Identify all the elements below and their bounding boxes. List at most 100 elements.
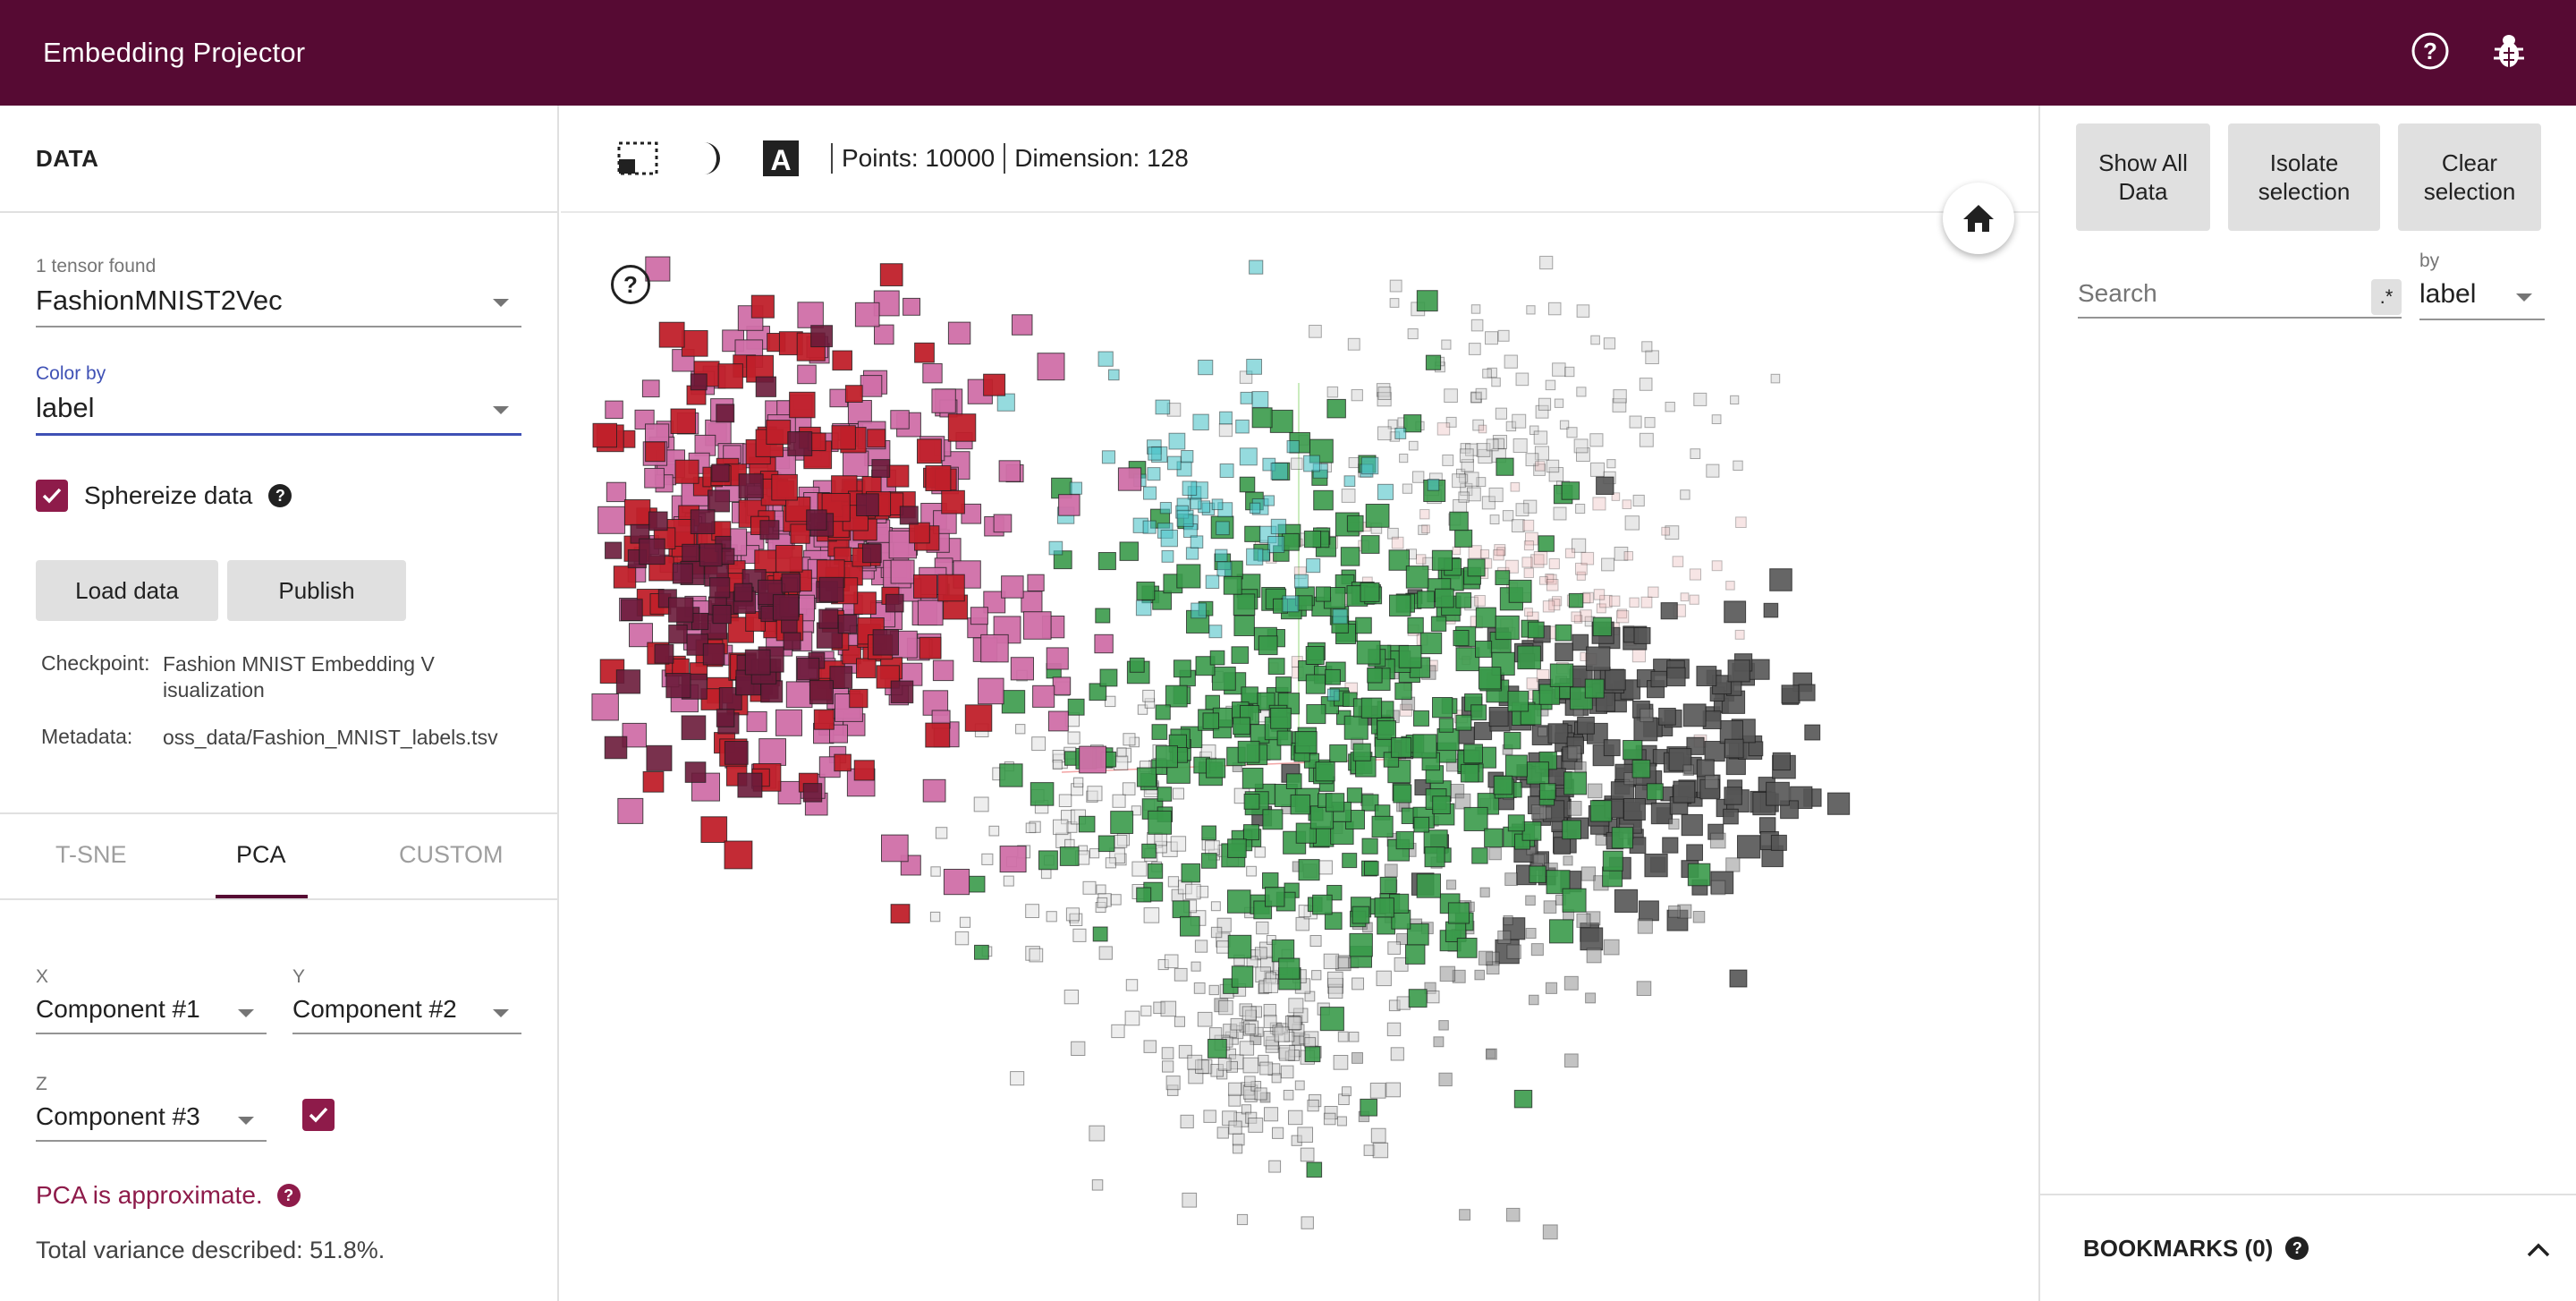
embedding-point[interactable]	[1545, 982, 1558, 994]
embedding-point[interactable]	[1142, 520, 1157, 534]
embedding-point[interactable]	[1452, 546, 1462, 556]
embedding-point[interactable]	[1603, 337, 1616, 350]
embedding-point[interactable]	[1025, 822, 1037, 834]
embedding-point[interactable]	[733, 582, 753, 602]
embedding-point[interactable]	[899, 506, 919, 525]
embedding-point[interactable]	[1711, 414, 1722, 424]
embedding-point[interactable]	[1143, 486, 1157, 500]
embedding-point[interactable]	[1486, 1048, 1497, 1060]
embedding-point[interactable]	[1323, 1112, 1336, 1126]
embedding-point[interactable]	[881, 834, 909, 863]
embedding-point[interactable]	[1504, 732, 1521, 750]
embedding-point[interactable]	[1091, 1179, 1104, 1191]
embedding-point[interactable]	[1105, 695, 1116, 708]
embedding-point[interactable]	[1210, 926, 1223, 939]
embedding-point[interactable]	[1510, 481, 1521, 492]
embedding-point[interactable]	[1167, 876, 1180, 888]
z-component-checkbox[interactable]	[302, 1099, 335, 1131]
embedding-point[interactable]	[1152, 590, 1173, 610]
embedding-point[interactable]	[831, 425, 856, 450]
embedding-point[interactable]	[1165, 685, 1188, 708]
embedding-point[interactable]	[1639, 900, 1659, 922]
embedding-point[interactable]	[1633, 626, 1651, 644]
embedding-point[interactable]	[1590, 335, 1600, 345]
embedding-point[interactable]	[1243, 794, 1260, 810]
embedding-point[interactable]	[1632, 494, 1645, 507]
embedding-point[interactable]	[1124, 1010, 1140, 1026]
embedding-point[interactable]	[999, 846, 1027, 873]
embedding-point[interactable]	[1513, 1090, 1533, 1109]
embedding-point[interactable]	[1182, 480, 1198, 496]
embedding-point[interactable]	[1360, 582, 1380, 602]
embedding-point[interactable]	[1046, 911, 1057, 923]
embedding-point[interactable]	[1122, 782, 1136, 795]
embedding-point[interactable]	[672, 563, 693, 584]
embedding-point[interactable]	[1155, 745, 1179, 769]
embedding-point[interactable]	[925, 465, 952, 491]
embedding-point[interactable]	[1343, 475, 1356, 488]
embedding-point[interactable]	[1758, 817, 1776, 834]
embedding-point[interactable]	[755, 376, 776, 397]
embedding-point[interactable]	[988, 825, 1000, 837]
embedding-point[interactable]	[1386, 1022, 1402, 1037]
embedding-point[interactable]	[1161, 1047, 1174, 1059]
embedding-point[interactable]	[591, 693, 619, 721]
embedding-point[interactable]	[1507, 814, 1525, 832]
embedding-point[interactable]	[682, 543, 700, 562]
embedding-point[interactable]	[668, 597, 694, 623]
embedding-point[interactable]	[1704, 775, 1719, 789]
embedding-point[interactable]	[1325, 668, 1341, 685]
embedding-point[interactable]	[1228, 1120, 1242, 1135]
embedding-point[interactable]	[1735, 516, 1747, 528]
embedding-point[interactable]	[890, 904, 911, 924]
embedding-point[interactable]	[1342, 1086, 1352, 1097]
embedding-point[interactable]	[1346, 787, 1363, 804]
embedding-point[interactable]	[1231, 646, 1250, 664]
embedding-point[interactable]	[1151, 724, 1168, 740]
embedding-point[interactable]	[1402, 483, 1413, 494]
embedding-point[interactable]	[1241, 686, 1258, 704]
embedding-point[interactable]	[1586, 646, 1611, 671]
embedding-point[interactable]	[1305, 646, 1325, 665]
embedding-point[interactable]	[1433, 1036, 1445, 1048]
embedding-point[interactable]	[1270, 707, 1292, 729]
embedding-point[interactable]	[1417, 591, 1436, 609]
selection-box-icon[interactable]	[616, 137, 659, 180]
embedding-point[interactable]	[1089, 1125, 1106, 1142]
embedding-point[interactable]	[844, 385, 863, 403]
embedding-point[interactable]	[1223, 575, 1242, 595]
embedding-point[interactable]	[1693, 392, 1707, 406]
embedding-point[interactable]	[1065, 907, 1080, 922]
embedding-point[interactable]	[1585, 992, 1597, 1004]
embedding-point[interactable]	[1475, 607, 1496, 628]
embedding-point[interactable]	[1646, 783, 1664, 801]
embedding-point[interactable]	[1268, 1160, 1282, 1173]
embedding-point[interactable]	[993, 514, 1013, 533]
embedding-point[interactable]	[1723, 808, 1739, 825]
embedding-point[interactable]	[1455, 714, 1472, 731]
embedding-point[interactable]	[1162, 1060, 1174, 1073]
embedding-point[interactable]	[1355, 616, 1372, 634]
embedding-point[interactable]	[1125, 979, 1139, 991]
embedding-point[interactable]	[1393, 784, 1412, 804]
embedding-point[interactable]	[1306, 558, 1321, 574]
embedding-point[interactable]	[1058, 494, 1080, 516]
embedding-point[interactable]	[970, 607, 988, 625]
embedding-point[interactable]	[959, 916, 971, 928]
embedding-point[interactable]	[1601, 557, 1614, 572]
embedding-point[interactable]	[1658, 708, 1676, 726]
embedding-point[interactable]	[1203, 1110, 1216, 1123]
embedding-point[interactable]	[1275, 676, 1292, 693]
embedding-point[interactable]	[890, 559, 915, 584]
embedding-point[interactable]	[1623, 740, 1643, 761]
embedding-point[interactable]	[605, 400, 623, 420]
embedding-point[interactable]	[1503, 914, 1513, 926]
embedding-point[interactable]	[1326, 386, 1339, 398]
embedding-point[interactable]	[818, 608, 839, 629]
labels-icon[interactable]: A	[759, 137, 802, 180]
embedding-point[interactable]	[1394, 682, 1412, 701]
embedding-point[interactable]	[1394, 428, 1407, 439]
embedding-point[interactable]	[1348, 457, 1360, 469]
embedding-point[interactable]	[1533, 430, 1548, 445]
embedding-point[interactable]	[1210, 901, 1221, 912]
